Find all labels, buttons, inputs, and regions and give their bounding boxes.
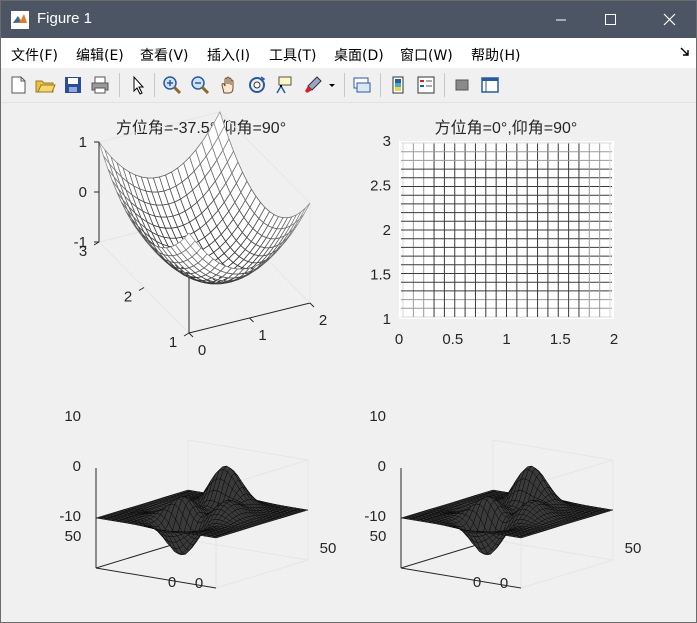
close-button[interactable] bbox=[646, 1, 692, 38]
subplot-3-x-tick-label: 0 bbox=[195, 575, 203, 592]
toolbar-separator bbox=[154, 73, 155, 97]
hide-plot-tools-icon[interactable] bbox=[451, 74, 473, 96]
subplot-4-z-tick-label: 0 bbox=[378, 458, 386, 475]
menu-help[interactable]: 帮助(H) bbox=[471, 45, 520, 65]
subplot-2-y-tick-label: 1.5 bbox=[370, 267, 391, 284]
subplot-4-y-tick-label: 0 bbox=[473, 574, 481, 591]
subplot-1-title: 方位角=-37.5°,仰角=90° bbox=[116, 119, 286, 137]
subplot-1-z-tick-label: -1 bbox=[74, 234, 87, 251]
pan-hand-icon[interactable] bbox=[218, 74, 240, 96]
subplot-3-z-tick-label: 10 bbox=[64, 408, 81, 425]
subplot-2-x-tick-label: 1.5 bbox=[550, 331, 571, 348]
toolbar-separator bbox=[119, 73, 120, 97]
subplot-4-axes-box bbox=[520, 559, 614, 589]
maximize-button[interactable] bbox=[587, 1, 633, 38]
menu-edit[interactable]: 编辑(E) bbox=[76, 45, 124, 65]
brush-icon[interactable] bbox=[302, 74, 324, 96]
subplot-2-y-tick-label: 2.5 bbox=[370, 178, 391, 195]
edit-plot-pointer-icon[interactable] bbox=[127, 74, 149, 96]
plots-area: 方位角=-37.5°,仰角=90°012123-101方位角=0°,仰角=90°… bbox=[59, 110, 641, 592]
subplot-3-x-tick-label: 50 bbox=[320, 540, 337, 557]
new-figure-icon[interactable] bbox=[7, 74, 29, 96]
subplot-4: -10 0 10 50 0 0 50 bbox=[364, 408, 641, 592]
subplot-3-axes-box bbox=[215, 559, 309, 589]
subplot-3-axes-box bbox=[187, 539, 309, 561]
subplot-1-x-tick-label: 1 bbox=[258, 327, 266, 344]
subplot-1-y-tick bbox=[183, 332, 190, 337]
subplot-3-y-tick-label: 0 bbox=[168, 574, 176, 591]
subplot-4-x-tick-label: 0 bbox=[500, 575, 508, 592]
figure-window: Figure 1 文件(F) 编辑(E) 查看(V) 插入(I) 工具(T) 桌… bbox=[0, 0, 697, 623]
subplot-2-x-tick-label: 0 bbox=[395, 331, 403, 348]
minimize-button[interactable] bbox=[538, 1, 584, 38]
figure-toolbar bbox=[1, 68, 696, 103]
subplot-4-y-tick-label: 50 bbox=[370, 528, 387, 545]
subplot-1-z-tick-label: 1 bbox=[79, 134, 87, 151]
subplot-1: 方位角=-37.5°,仰角=90°012123-101 bbox=[74, 110, 327, 359]
toolbar-separator bbox=[444, 73, 445, 97]
title-bar[interactable]: Figure 1 bbox=[1, 1, 696, 38]
show-plot-tools-icon[interactable] bbox=[479, 74, 501, 96]
matlab-logo-icon bbox=[11, 11, 29, 29]
subplot-2: 方位角=0°,仰角=90° 0 0.5 1 1.5 2 1 1.5 2 2.5 3 bbox=[370, 119, 618, 348]
subplot-1-y-tick-label: 1 bbox=[169, 334, 177, 351]
menu-insert[interactable]: 插入(I) bbox=[207, 45, 250, 65]
menu-desktop[interactable]: 桌面(D) bbox=[334, 45, 384, 65]
subplot-2-y-tick-label: 3 bbox=[383, 133, 391, 150]
subplot-1-x-tick bbox=[309, 302, 315, 308]
toolbar-separator bbox=[344, 73, 345, 97]
menu-window[interactable]: 窗口(W) bbox=[400, 45, 453, 65]
print-icon[interactable] bbox=[89, 74, 111, 96]
subplot-3-axes-box bbox=[187, 439, 309, 461]
subplot-1-z-tick-label: 0 bbox=[79, 184, 87, 201]
minimize-icon bbox=[556, 19, 566, 21]
subplot-1-x-tick bbox=[249, 317, 254, 323]
subplot-4-axes-box bbox=[492, 439, 614, 461]
brush-dropdown-icon[interactable] bbox=[326, 74, 338, 96]
save-icon[interactable] bbox=[62, 74, 84, 96]
menu-file[interactable]: 文件(F) bbox=[11, 45, 58, 65]
subplot-1-y-tick-label: 2 bbox=[124, 289, 132, 306]
rotate-3d-icon[interactable] bbox=[246, 74, 268, 96]
close-icon bbox=[663, 13, 676, 26]
menu-bar: 文件(F) 编辑(E) 查看(V) 插入(I) 工具(T) 桌面(D) 窗口(W… bbox=[1, 38, 696, 68]
subplot-4-axes-box bbox=[492, 539, 614, 561]
subplot-1-y-tick bbox=[138, 287, 145, 291]
data-cursor-icon[interactable] bbox=[273, 74, 295, 96]
maximize-icon bbox=[605, 14, 616, 25]
subplot-2-x-tick-label: 2 bbox=[610, 331, 618, 348]
subplot-3: -10 0 10 50 0 0 50 bbox=[59, 408, 336, 592]
subplot-2-x-tick-label: 0.5 bbox=[442, 331, 463, 348]
menu-tools[interactable]: 工具(T) bbox=[269, 45, 316, 65]
window-title: Figure 1 bbox=[37, 10, 93, 27]
link-plot-icon[interactable] bbox=[351, 74, 373, 96]
subplot-4-z-tick-label: 10 bbox=[369, 408, 386, 425]
subplot-1-x-tick-label: 0 bbox=[198, 342, 206, 359]
subplot-4-z-tick-label: -10 bbox=[364, 508, 386, 525]
menu-view[interactable]: 查看(V) bbox=[140, 45, 189, 65]
insert-colorbar-icon[interactable] bbox=[387, 74, 409, 96]
subplot-3-y-tick-label: 50 bbox=[65, 528, 82, 545]
subplot-1-x-tick-label: 2 bbox=[319, 312, 327, 329]
open-file-icon[interactable] bbox=[34, 74, 56, 96]
subplot-2-title: 方位角=0°,仰角=90° bbox=[435, 119, 578, 137]
figure-canvas[interactable]: 方位角=-37.5°,仰角=90° 0 1 2 1 2 3 -1 0 1 方位角=0°,仰角=90°… bbox=[1, 103, 696, 622]
zoom-out-icon[interactable] bbox=[189, 74, 211, 96]
toolbar-separator bbox=[380, 73, 381, 97]
subplot-4-x-tick-label: 50 bbox=[625, 540, 642, 557]
subplot-2-y-tick-label: 2 bbox=[383, 222, 391, 239]
subplot-2-y-tick-label: 1 bbox=[383, 311, 391, 328]
subplot-2-x-tick-label: 1 bbox=[502, 331, 510, 348]
subplot-1-mesh-cell bbox=[299, 202, 311, 220]
subplot-1-x-tick bbox=[188, 332, 194, 338]
insert-legend-icon[interactable] bbox=[415, 74, 437, 96]
dock-arrow-icon[interactable] bbox=[679, 45, 691, 57]
zoom-in-icon[interactable] bbox=[161, 74, 183, 96]
subplot-3-z-tick-label: -10 bbox=[59, 508, 81, 525]
subplot-3-z-tick-label: 0 bbox=[73, 458, 81, 475]
